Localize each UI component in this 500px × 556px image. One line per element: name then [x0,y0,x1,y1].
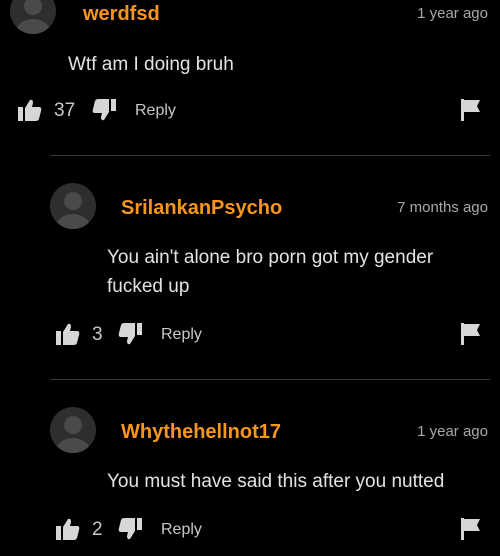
comment: Whythehellnot17 1 year ago You must have… [0,0,500,556]
thumbs-up-icon[interactable] [56,518,80,540]
thumbs-down-icon[interactable] [118,518,142,540]
username[interactable]: Whythehellnot17 [121,421,281,444]
avatar[interactable] [50,407,96,453]
timestamp: 1 year ago [417,423,488,440]
comment-text: You must have said this after you nutted [107,471,445,492]
comment-actions: 2 Reply [56,518,488,542]
reply-button[interactable]: Reply [161,521,202,539]
like-count: 2 [92,519,103,540]
flag-icon[interactable] [461,518,481,540]
